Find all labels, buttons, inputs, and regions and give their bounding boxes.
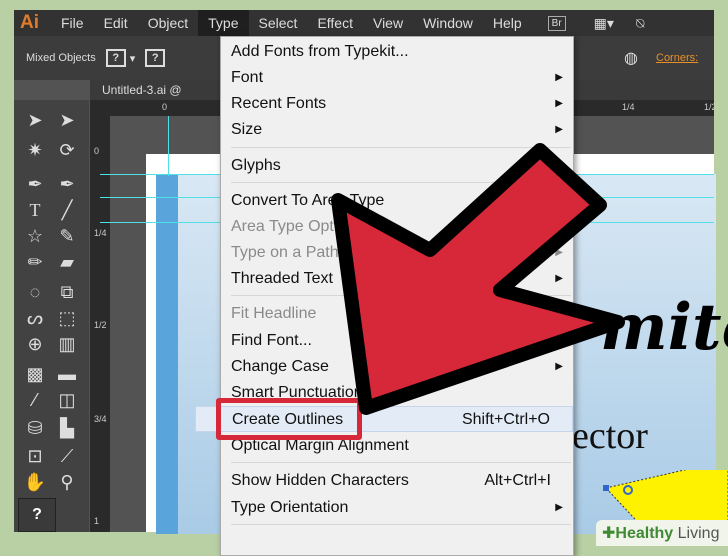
plus-icon: ✚ <box>602 525 616 542</box>
red-arrow-icon <box>331 143 625 415</box>
healthy-living-badge: ✚Healthy Living <box>596 520 728 546</box>
badge-brand: Healthy <box>615 525 674 542</box>
badge-suffix: Living <box>677 525 720 542</box>
